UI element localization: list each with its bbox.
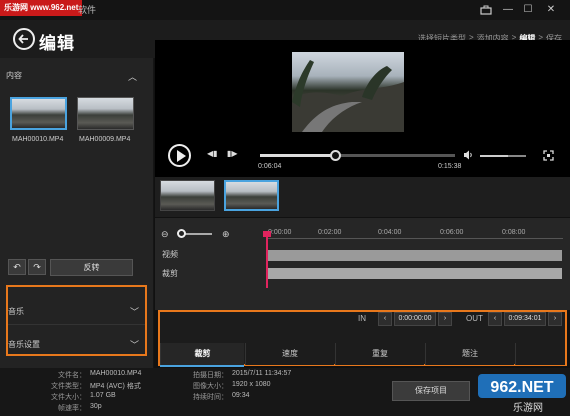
next-frame-icon[interactable]: ▮▶	[227, 149, 238, 158]
info-label: 文件大小：	[51, 394, 86, 401]
content-thumbnail-name: MAH00010.MP4	[12, 136, 64, 143]
out-label: OUT	[466, 314, 483, 323]
info-label: 图像大小：	[193, 383, 228, 390]
app-title: 软件	[78, 5, 97, 15]
info-filename: MAH00010.MP4	[90, 370, 142, 377]
current-time: 0:06:04	[258, 163, 282, 170]
svg-text:962.NET: 962.NET	[490, 379, 553, 396]
clip-thumbnail[interactable]	[160, 180, 215, 211]
reverse-button[interactable]: 反转	[50, 259, 133, 276]
in-prev-icon[interactable]: ‹	[378, 312, 392, 326]
content-label: 内容	[6, 71, 22, 80]
ruler-tick-label: 0:06:00	[440, 229, 464, 236]
play-button[interactable]	[168, 144, 191, 167]
content-thumbnail[interactable]	[77, 97, 134, 130]
ruler-tick-label: 0:04:00	[378, 229, 402, 236]
ruler-tick-label: 0:08:00	[502, 229, 526, 236]
rotate-right-icon[interactable]: ↷	[28, 259, 46, 275]
tab-empty	[515, 343, 565, 365]
zoom-in-icon[interactable]: ⊕	[222, 229, 230, 240]
info-label: 持续时间：	[193, 394, 228, 401]
content-thumbnail[interactable]	[10, 97, 67, 130]
out-timecode[interactable]: 0:09:34:01	[504, 312, 546, 326]
volume-slider-fill	[480, 155, 508, 157]
info-fps: 30p	[90, 403, 102, 410]
seek-bar-fill	[260, 154, 337, 157]
info-label: 文件名：	[58, 372, 86, 379]
in-next-icon[interactable]: ›	[438, 312, 452, 326]
music-section[interactable]: 音乐 ﹀	[8, 297, 145, 325]
info-date: 2015/7/11 11:34:57	[232, 370, 292, 377]
playhead[interactable]	[266, 233, 268, 288]
in-timecode[interactable]: 0:00:00:00	[394, 312, 436, 326]
trim-track[interactable]	[266, 268, 562, 279]
zoom-out-icon[interactable]: ⊖	[161, 229, 169, 240]
maximize-button[interactable]: ☐	[520, 2, 536, 18]
svg-text:乐游网: 乐游网	[513, 401, 543, 414]
volume-icon[interactable]	[463, 150, 473, 162]
track-label-video: 视频	[162, 250, 178, 259]
tab-repeat[interactable]: 重复	[335, 343, 424, 365]
info-label: 文件类型：	[51, 383, 86, 390]
site-logo: 962.NET 乐游网	[472, 370, 570, 416]
tab-trim[interactable]: 裁剪	[160, 343, 244, 365]
save-project-button[interactable]: 保存项目	[392, 381, 470, 401]
time-ruler	[268, 238, 563, 239]
tab-speed[interactable]: 速度	[245, 343, 334, 365]
content-thumbnail-name: MAH00009.MP4	[79, 136, 131, 143]
previous-frame-icon[interactable]: ◀▮	[207, 149, 218, 158]
ruler-tick-label: 0:00:00	[268, 229, 292, 236]
fullscreen-icon[interactable]	[543, 150, 554, 163]
ruler-tick-label: 0:02:00	[318, 229, 342, 236]
chevron-down-icon[interactable]: ﹀	[130, 338, 139, 351]
info-label: 拍摄日期：	[193, 372, 228, 379]
rotate-left-icon[interactable]: ↶	[8, 259, 26, 275]
info-filetype: MP4 (AVC) 格式	[90, 383, 141, 390]
seek-handle[interactable]	[330, 150, 342, 161]
info-resolution: 1920 x 1080	[232, 381, 271, 388]
chevron-down-icon[interactable]: ﹀	[130, 305, 139, 318]
duration-time: 0:15:38	[438, 163, 462, 170]
toolbox-icon[interactable]	[478, 2, 494, 18]
minimize-button[interactable]: —	[500, 2, 516, 18]
video-frame[interactable]	[292, 52, 404, 132]
info-length: 09:34	[232, 392, 250, 399]
zoom-handle[interactable]	[177, 229, 186, 238]
close-button[interactable]: ✕	[543, 2, 559, 18]
out-next-icon[interactable]: ›	[548, 312, 562, 326]
track-label-trim: 裁剪	[162, 269, 178, 278]
tab-indicator	[160, 365, 244, 367]
tab-caption[interactable]: 题注	[425, 343, 514, 365]
music-label: 音乐	[8, 307, 24, 316]
info-filesize: 1.07 GB	[90, 392, 116, 399]
music-settings-section[interactable]: 音乐设置 ﹀	[8, 328, 145, 356]
clip-thumbnail-selected[interactable]	[224, 180, 279, 211]
watermark-badge: 乐游网 www.962.net	[0, 0, 83, 16]
music-settings-label: 音乐设置	[8, 340, 40, 349]
chevron-up-icon[interactable]: ︿	[128, 70, 137, 83]
back-arrow-icon[interactable]	[13, 28, 35, 50]
out-prev-icon[interactable]: ‹	[488, 312, 502, 326]
info-label: 帧速率：	[58, 405, 86, 412]
video-track[interactable]	[266, 250, 562, 261]
clip-strip	[155, 177, 570, 217]
in-label: IN	[358, 314, 366, 323]
page-title: 编辑	[39, 34, 75, 53]
